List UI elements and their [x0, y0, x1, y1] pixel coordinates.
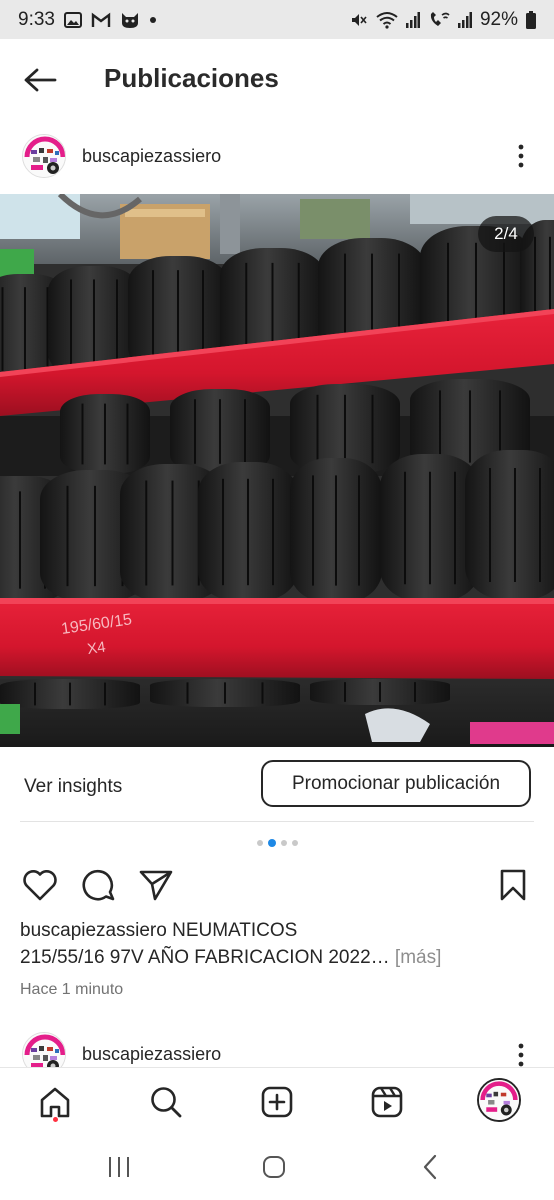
- svg-text:X4: X4: [86, 639, 107, 658]
- back-chevron-icon: [423, 1154, 437, 1180]
- view-insights-link[interactable]: Ver insights: [24, 776, 122, 798]
- share-button[interactable]: [136, 865, 176, 905]
- system-nav-bar: [0, 1134, 554, 1200]
- arrow-left-icon: [24, 68, 57, 92]
- dot-icon: [149, 16, 157, 24]
- divider: [20, 821, 534, 822]
- carousel-indicator: [0, 839, 554, 847]
- top-header: Publicaciones: [0, 39, 554, 121]
- insights-row: Ver insights Promocionar publicación: [0, 747, 554, 821]
- status-time: 9:33: [18, 8, 55, 30]
- home-circle-icon: [263, 1156, 285, 1178]
- signal-icon: [457, 11, 472, 29]
- post-header: buscapiezassiero: [0, 121, 554, 194]
- recents-button[interactable]: [99, 1152, 139, 1182]
- comment-icon: [82, 869, 115, 901]
- carousel-dot: [256, 840, 263, 846]
- system-home-button[interactable]: [254, 1152, 294, 1182]
- more-options-button[interactable]: [506, 141, 536, 171]
- more-options-button[interactable]: [506, 1040, 536, 1068]
- carousel-dot: [267, 839, 276, 847]
- avatar[interactable]: [22, 134, 66, 178]
- next-post-username[interactable]: buscapiezassiero: [82, 1044, 221, 1065]
- image-icon: [63, 11, 82, 28]
- caption-username[interactable]: buscapiezassiero: [20, 920, 167, 941]
- post-caption: buscapiezassiero NEUMATICOS 215/55/16 97…: [20, 917, 540, 971]
- notification-dot: [53, 1117, 58, 1122]
- next-post-header: buscapiezassiero: [0, 1022, 554, 1068]
- image-counter: 2/4: [478, 216, 534, 252]
- post-actions: [0, 860, 554, 910]
- post-timestamp: Hace 1 minuto: [20, 981, 124, 998]
- save-button[interactable]: [493, 865, 533, 905]
- nav-search[interactable]: [146, 1082, 186, 1122]
- signal-icon: [405, 11, 420, 29]
- battery-icon: [526, 10, 536, 29]
- comment-button[interactable]: [78, 865, 118, 905]
- nav-reels[interactable]: [367, 1082, 407, 1122]
- status-bar: 9:33 92%: [0, 0, 554, 39]
- wifi-call-icon: [428, 11, 450, 29]
- like-button[interactable]: [20, 865, 60, 905]
- back-button[interactable]: [22, 65, 58, 95]
- heart-icon: [23, 870, 57, 901]
- reels-icon: [371, 1086, 403, 1118]
- nav-home[interactable]: [35, 1082, 75, 1122]
- send-icon: [139, 870, 173, 901]
- caption-text-line2: 215/55/16 97V AÑO FABRICACION 2022…: [20, 947, 390, 968]
- gmail-icon: [91, 12, 111, 28]
- home-icon: [40, 1087, 70, 1118]
- post-username[interactable]: buscapiezassiero: [82, 146, 221, 167]
- more-vertical-icon: [518, 144, 524, 168]
- search-icon: [151, 1087, 182, 1118]
- system-back-button[interactable]: [410, 1152, 450, 1182]
- recents-icon: [109, 1157, 129, 1177]
- wifi-icon: [376, 11, 398, 29]
- battery-percent: 92%: [479, 8, 518, 30]
- caption-more-link[interactable]: [más]: [395, 947, 441, 968]
- avatar[interactable]: [22, 1032, 66, 1068]
- more-vertical-icon: [518, 1043, 524, 1067]
- tire-shelf-image: 195/60/15 X4: [0, 194, 554, 747]
- cat-app-icon: [120, 11, 140, 29]
- bookmark-icon: [500, 869, 526, 901]
- promote-post-button[interactable]: Promocionar publicación: [261, 760, 531, 807]
- caption-text-line1: NEUMATICOS: [172, 920, 298, 941]
- page-title: Publicaciones: [104, 63, 279, 93]
- create-icon: [261, 1086, 293, 1118]
- mute-icon: [350, 11, 368, 29]
- carousel-dot: [291, 840, 298, 846]
- carousel-dot: [280, 840, 287, 846]
- profile-avatar[interactable]: [477, 1078, 521, 1122]
- post-photo[interactable]: 195/60/15 X4 2/4: [0, 194, 554, 747]
- bottom-nav: [0, 1067, 554, 1134]
- nav-create[interactable]: [257, 1082, 297, 1122]
